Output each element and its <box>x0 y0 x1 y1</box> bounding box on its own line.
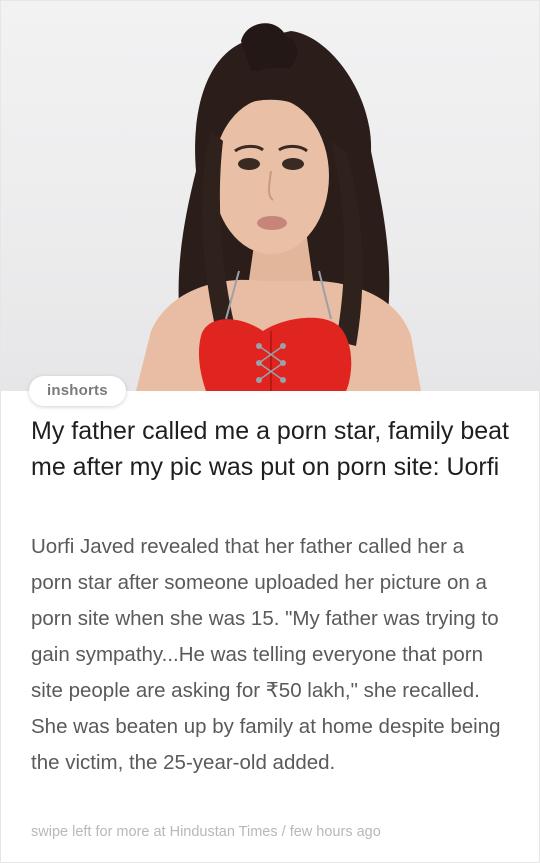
publish-time: few hours ago <box>289 824 381 840</box>
article-headline[interactable]: My father called me a porn star, family … <box>31 413 521 485</box>
source-footer[interactable]: swipe left for more at Hindustan Times /… <box>31 824 521 840</box>
portrait-illustration <box>136 23 421 391</box>
article-image <box>1 1 539 391</box>
footer-separator: / <box>281 824 286 840</box>
article-body: Uorfi Javed revealed that her father cal… <box>31 535 501 774</box>
source-link[interactable]: Hindustan Times <box>170 824 278 840</box>
inshorts-brand-tag: inshorts <box>29 376 126 406</box>
news-card[interactable]: inshorts My father called me a porn star… <box>0 0 540 863</box>
swipe-prompt: swipe left for more at <box>31 824 166 840</box>
